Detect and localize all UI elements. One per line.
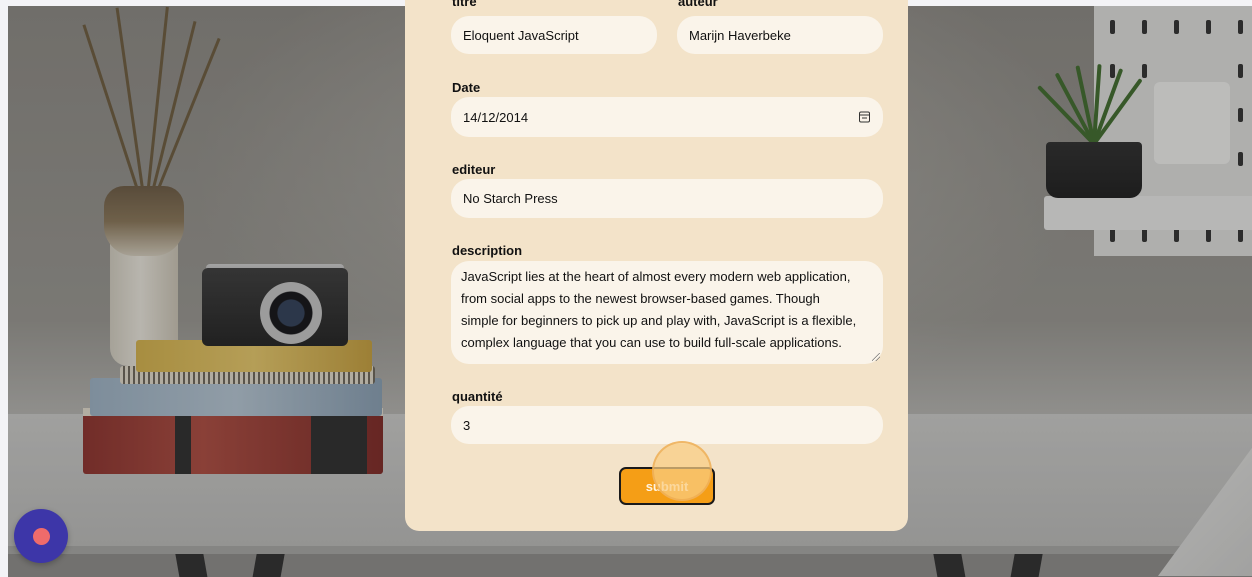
description-textarea[interactable]: JavaScript lies at the heart of almost e…: [451, 261, 883, 364]
click-indicator: [652, 441, 712, 501]
titre-input[interactable]: Eloquent JavaScript: [451, 16, 657, 54]
description-line: simple for beginners to pick up and play…: [461, 313, 857, 328]
date-label: Date: [452, 80, 481, 95]
titre-label: titre: [452, 0, 477, 9]
editeur-value: No Starch Press: [463, 191, 558, 206]
description-line: from social apps to the newest browser-b…: [461, 291, 820, 306]
titre-value: Eloquent JavaScript: [463, 27, 579, 43]
editeur-input[interactable]: No Starch Press: [451, 179, 883, 218]
description-label: description: [452, 243, 523, 258]
description-line: complex language that you can use to bui…: [461, 335, 842, 350]
quantite-value: 3: [463, 417, 471, 433]
editeur-label: editeur: [452, 162, 496, 177]
quantite-label: quantité: [452, 389, 503, 404]
auteur-label: auteur: [678, 0, 718, 9]
floating-record-button[interactable]: [14, 509, 68, 563]
auteur-input[interactable]: Marijn Haverbeke: [677, 16, 883, 54]
calendar-icon[interactable]: [859, 111, 870, 123]
date-input[interactable]: 14/12/2014: [451, 97, 883, 137]
date-value: 14/12/2014: [463, 109, 529, 125]
auteur-value: Marijn Haverbeke: [689, 27, 791, 43]
resize-handle-icon[interactable]: [872, 353, 880, 361]
record-dot-icon: [32, 527, 50, 545]
description-line: JavaScript lies at the heart of almost e…: [461, 269, 851, 284]
quantite-input[interactable]: 3: [451, 406, 883, 444]
